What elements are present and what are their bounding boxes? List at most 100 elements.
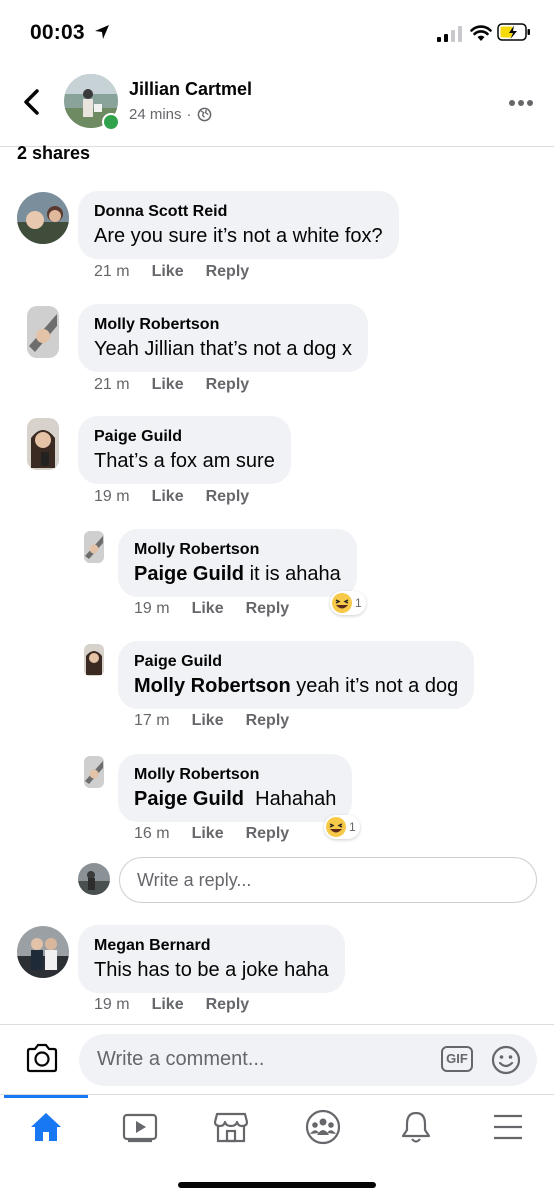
comment-time: 21 m: [94, 376, 130, 393]
comment-text: Yeah Jillian that’s not a dog x: [94, 338, 352, 360]
reply-actions: 19 m Like Reply: [134, 600, 311, 618]
battery-charging-icon: [497, 23, 530, 41]
reply-time: 19 m: [134, 600, 170, 617]
tab-home[interactable]: [28, 1109, 64, 1145]
replier-name[interactable]: Molly Robertson: [134, 764, 336, 786]
status-time: 00:03: [30, 21, 85, 44]
reaction-count: 1: [349, 820, 356, 834]
marketplace-icon: [214, 1112, 248, 1143]
comment-text: This has to be a joke haha: [94, 959, 329, 981]
emoji-icon[interactable]: [490, 1044, 522, 1076]
comment-actions: 19 m Like Reply: [94, 996, 271, 1014]
comment-input[interactable]: [95, 1047, 439, 1072]
globe-icon: [197, 107, 211, 122]
home-icon: [31, 1113, 61, 1141]
post-author-name[interactable]: Jillian Cartmel: [129, 79, 252, 100]
cellular-signal-icon: [437, 26, 462, 42]
shares-count[interactable]: 2 shares: [17, 143, 90, 164]
commenter-avatar[interactable]: [17, 192, 69, 244]
reply-input-box[interactable]: [119, 857, 537, 903]
comment-time: 19 m: [94, 488, 130, 505]
mention-link[interactable]: Paige Guild: [134, 788, 244, 810]
comment-bubble[interactable]: Molly Robertson Yeah Jillian that’s not …: [78, 304, 368, 372]
reply-button[interactable]: Reply: [246, 712, 290, 730]
comment-bubble[interactable]: Donna Scott Reid Are you sure it’s not a…: [78, 191, 399, 259]
reply-text: Molly Robertson yeah it’s not a dog: [134, 673, 458, 699]
replier-avatar[interactable]: [84, 756, 104, 788]
reply-bubble[interactable]: Paige Guild Molly Robertson yeah it’s no…: [118, 641, 475, 709]
comment-text: That’s a fox am sure: [94, 450, 275, 472]
notifications-icon: [401, 1111, 431, 1143]
reaction-badge[interactable]: 1: [324, 815, 360, 839]
gif-button[interactable]: GIF: [441, 1046, 473, 1072]
post-header: Jillian Cartmel 24 mins ·: [0, 66, 554, 147]
watch-icon: [122, 1113, 158, 1143]
reply-bubble[interactable]: Molly Robertson Paige Guild it is ahaha: [118, 529, 357, 597]
reply-button[interactable]: Reply: [246, 600, 290, 618]
like-button[interactable]: Like: [152, 376, 184, 394]
more-options-icon[interactable]: [508, 99, 534, 107]
commenter-avatar[interactable]: [17, 926, 69, 978]
meta-separator: ·: [186, 106, 192, 123]
status-bar: 00:03: [0, 0, 554, 66]
like-button[interactable]: Like: [192, 825, 224, 843]
like-button[interactable]: Like: [192, 600, 224, 618]
like-button[interactable]: Like: [152, 488, 184, 506]
online-status-dot: [102, 113, 120, 131]
replier-name[interactable]: Paige Guild: [134, 651, 458, 673]
reply-button[interactable]: Reply: [206, 376, 250, 394]
like-button[interactable]: Like: [192, 712, 224, 730]
replier-avatar[interactable]: [84, 644, 104, 676]
back-arrow-icon[interactable]: [20, 88, 44, 116]
reply-button[interactable]: Reply: [206, 488, 250, 506]
commenter-avatar[interactable]: [27, 418, 59, 470]
post-time: 24 mins: [129, 106, 182, 123]
comment-bubble[interactable]: Paige Guild That’s a fox am sure: [78, 416, 291, 484]
laughing-emoji-icon: [326, 817, 346, 837]
mention-link[interactable]: Molly Robertson: [134, 675, 291, 697]
replier-avatar[interactable]: [84, 531, 104, 563]
replier-name[interactable]: Molly Robertson: [134, 539, 341, 561]
groups-icon: [305, 1109, 341, 1145]
laughing-emoji-icon: [332, 593, 352, 613]
like-button[interactable]: Like: [152, 263, 184, 281]
reaction-badge[interactable]: 1: [330, 591, 366, 615]
mention-link[interactable]: Paige Guild: [134, 563, 244, 585]
reply-button[interactable]: Reply: [206, 263, 250, 281]
reply-time: 17 m: [134, 712, 170, 729]
tab-groups[interactable]: [305, 1109, 341, 1145]
comment-actions: 19 m Like Reply: [94, 488, 271, 506]
reply-actions: 17 m Like Reply: [134, 712, 311, 730]
author-avatar[interactable]: [64, 74, 120, 131]
tab-menu[interactable]: [490, 1109, 526, 1145]
home-indicator: [178, 1182, 376, 1188]
comment-input-box[interactable]: GIF: [79, 1034, 537, 1086]
reply-button[interactable]: Reply: [206, 996, 250, 1014]
commenter-name[interactable]: Megan Bernard: [94, 935, 329, 957]
comment-actions: 21 m Like Reply: [94, 376, 271, 394]
wifi-icon: [470, 25, 492, 41]
comment-time: 21 m: [94, 263, 130, 280]
tab-notifications[interactable]: [398, 1109, 434, 1145]
commenter-name[interactable]: Paige Guild: [94, 426, 275, 448]
reply-actions: 16 m Like Reply: [134, 825, 311, 843]
bottom-tab-bar: [0, 1094, 554, 1167]
tab-marketplace[interactable]: [213, 1109, 249, 1145]
reply-text: Paige Guild it is ahaha: [134, 561, 341, 587]
tab-watch[interactable]: [122, 1109, 158, 1145]
reaction-count: 1: [355, 596, 362, 610]
reply-input[interactable]: [135, 869, 519, 892]
commenter-name[interactable]: Donna Scott Reid: [94, 201, 383, 223]
active-tab-indicator: [4, 1095, 88, 1098]
comment-bubble[interactable]: Megan Bernard This has to be a joke haha: [78, 925, 345, 993]
commenter-name[interactable]: Molly Robertson: [94, 314, 352, 336]
location-arrow-icon: [95, 25, 109, 39]
comment-actions: 21 m Like Reply: [94, 263, 271, 281]
reply-bubble[interactable]: Molly Robertson Paige Guild Hahahah: [118, 754, 353, 822]
menu-icon: [494, 1114, 522, 1140]
camera-icon[interactable]: [25, 1043, 59, 1073]
commenter-avatar[interactable]: [27, 306, 59, 358]
reply-button[interactable]: Reply: [246, 825, 290, 843]
comment-time: 19 m: [94, 996, 130, 1013]
like-button[interactable]: Like: [152, 996, 184, 1014]
